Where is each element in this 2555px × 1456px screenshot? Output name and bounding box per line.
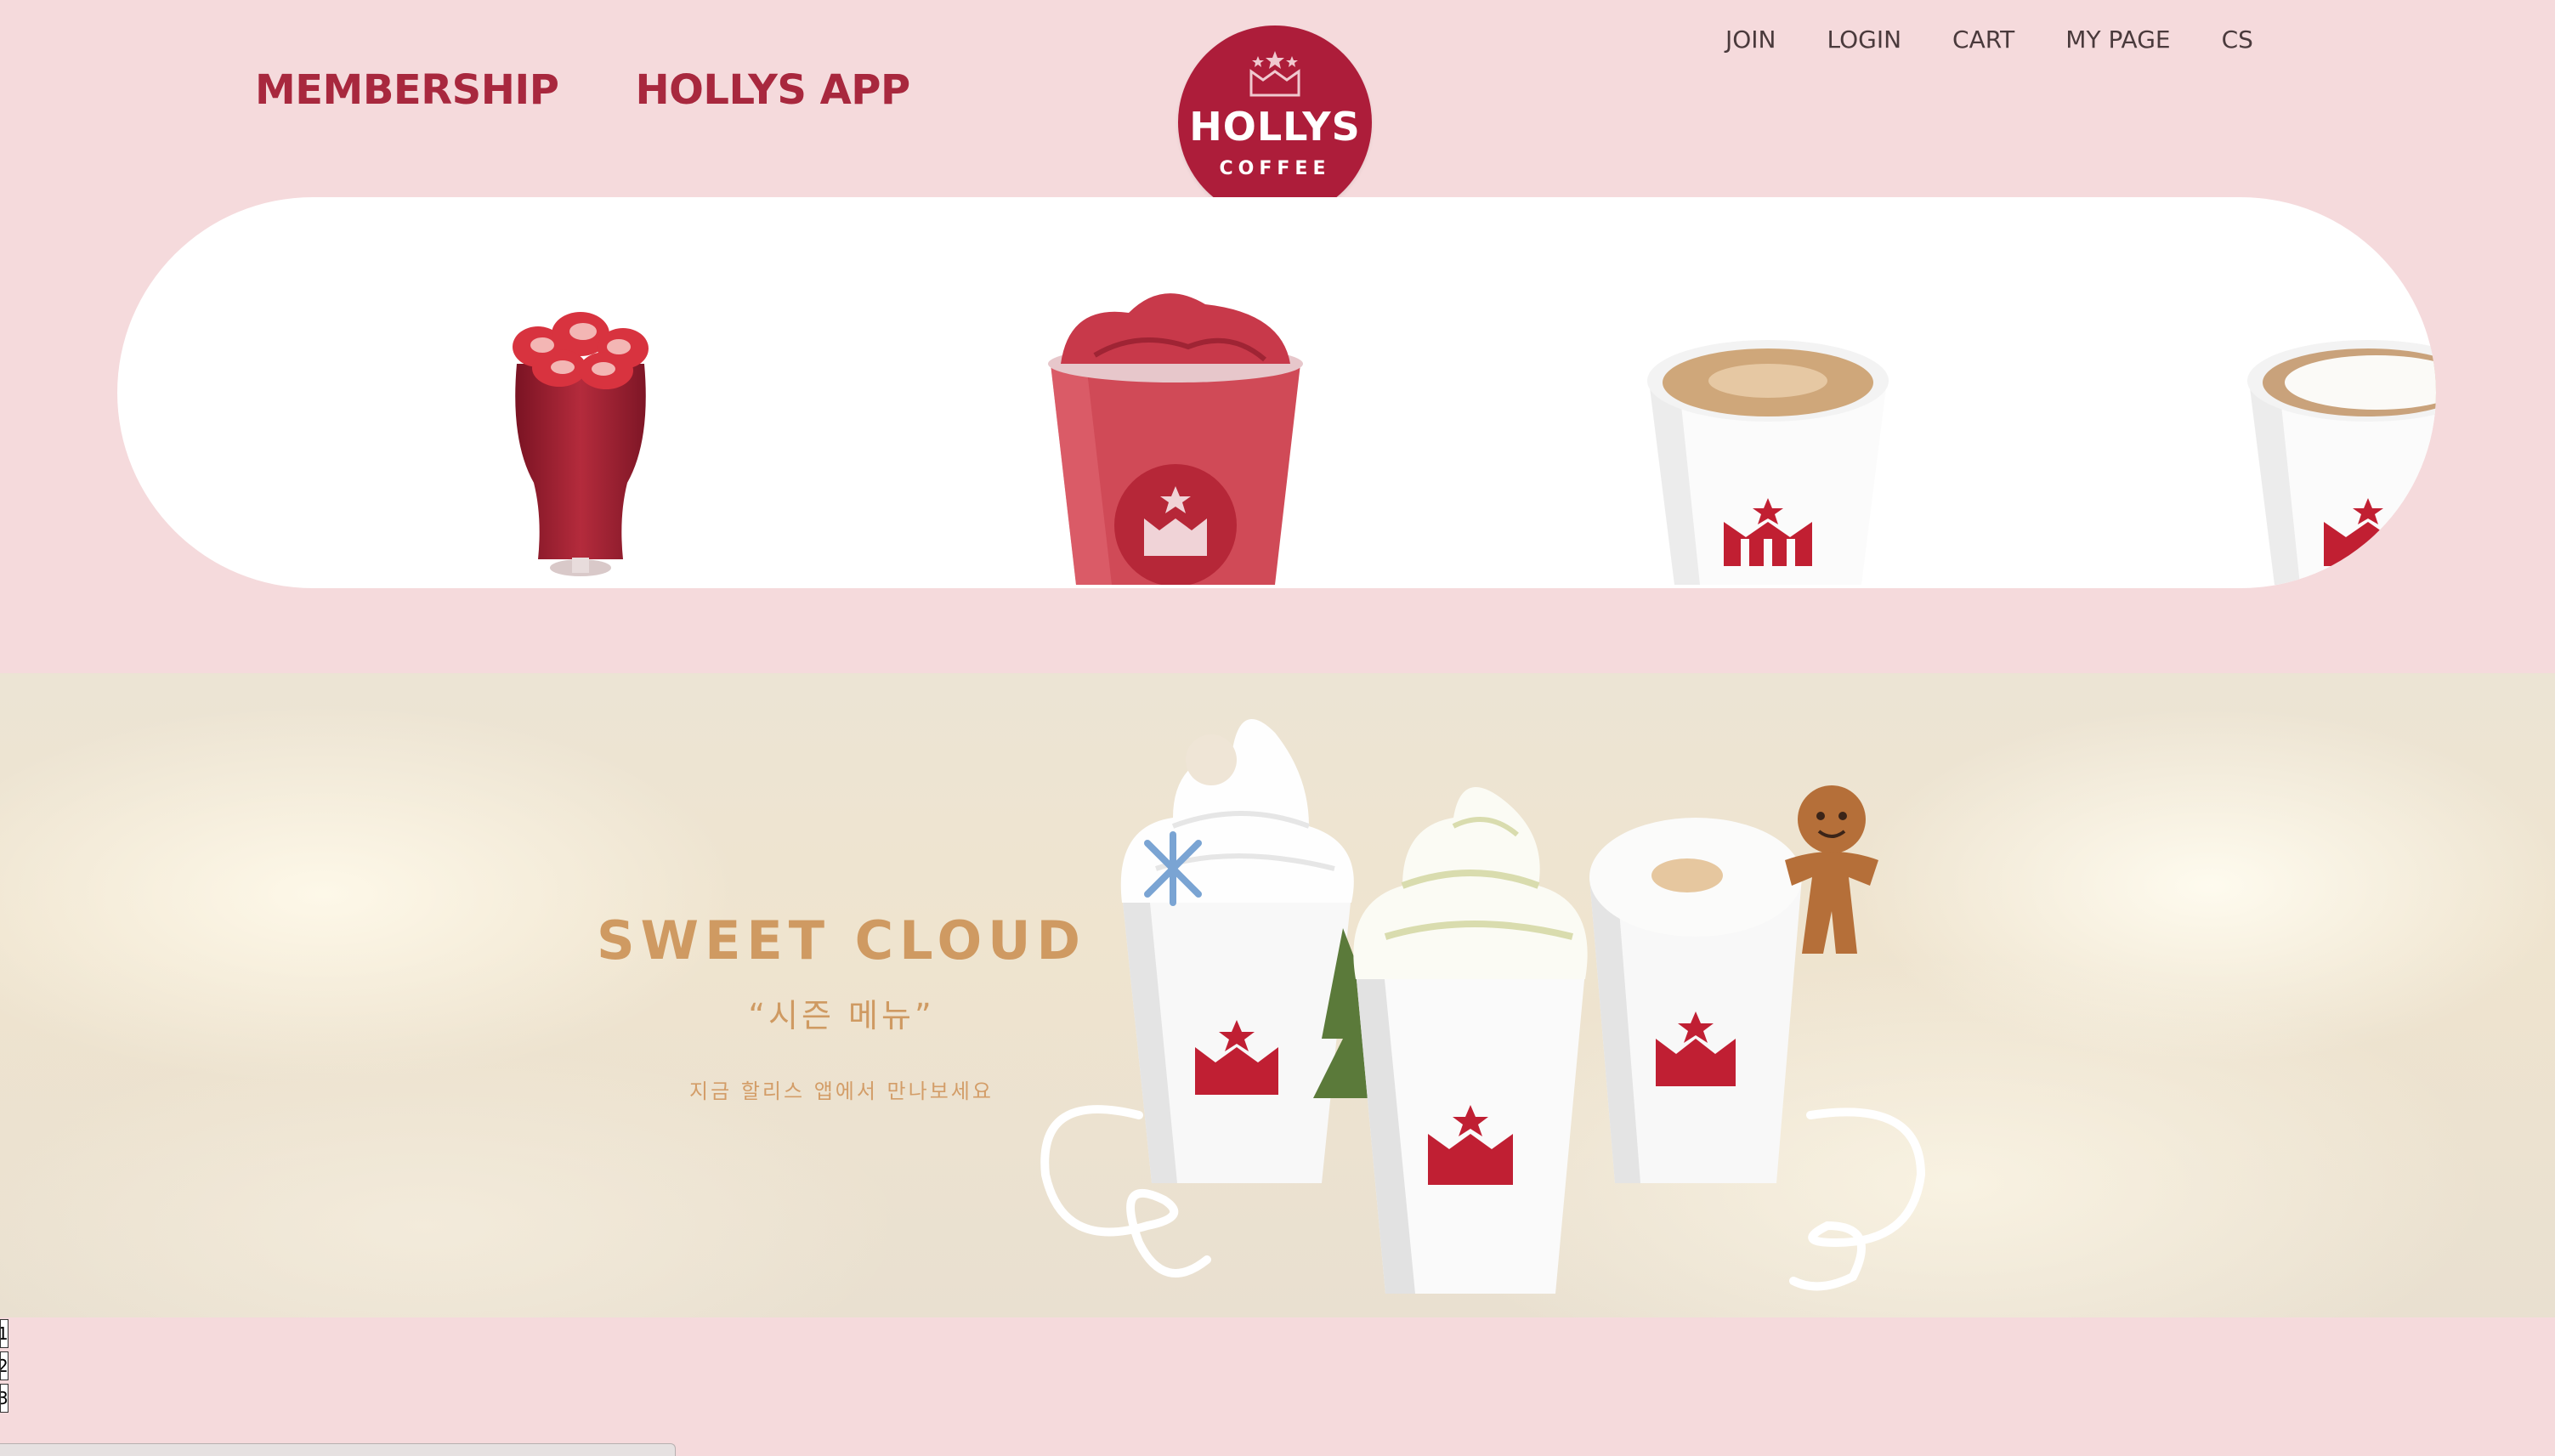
nav-membership-link[interactable]: MEMBERSHIP [255,66,559,114]
hollys-coffee-logo[interactable]: HOLLYS COFFEE [1178,25,1372,219]
cappuccino-image [2247,340,2436,585]
product-carousel [117,197,2436,588]
cs-link[interactable]: CS [2222,25,2253,54]
banner-pagination: 1 2 3 [0,1319,8,1413]
product-latte[interactable] [1640,330,1895,588]
logo-sub-text: COFFEE [1219,158,1331,179]
strawberry-smoothie-image [513,312,649,576]
banner-subtitle: “시즌 메뉴” [748,997,935,1034]
product-cappuccino[interactable] [2241,330,2436,588]
banner-description: 지금 할리스 앱에서 만나보세요 [689,1079,994,1103]
berry-frappe-image [1048,293,1303,586]
banner-title: SWEET CLOUD [597,909,1086,972]
cart-link[interactable]: CART [1952,25,2014,54]
latte-image [1647,340,1889,585]
nav-hollys-app-link[interactable]: HOLLYS APP [635,66,910,114]
browser-status-bar [0,1443,676,1456]
seasonal-drinks-image [1040,719,1926,1294]
season-banner[interactable]: SWEET CLOUD “시즌 메뉴” 지금 할리스 앱에서 만나보세요 [0,673,2555,1317]
join-link[interactable]: JOIN [1725,25,1776,54]
login-link[interactable]: LOGIN [1827,25,1902,54]
page-button-2[interactable]: 2 [0,1351,8,1380]
utility-nav: JOIN LOGIN CART MY PAGE CS [1725,25,2253,54]
product-berry-frappe[interactable] [1035,279,1316,588]
page-button-3[interactable]: 3 [0,1384,8,1413]
product-strawberry-smoothie[interactable] [491,287,670,588]
my-page-link[interactable]: MY PAGE [2065,25,2170,54]
page-button-1[interactable]: 1 [0,1319,8,1348]
logo-brand-text: HOLLYS [1189,104,1361,150]
crown-icon [1249,51,1300,97]
main-nav: MEMBERSHIP HOLLYS APP [255,66,910,114]
